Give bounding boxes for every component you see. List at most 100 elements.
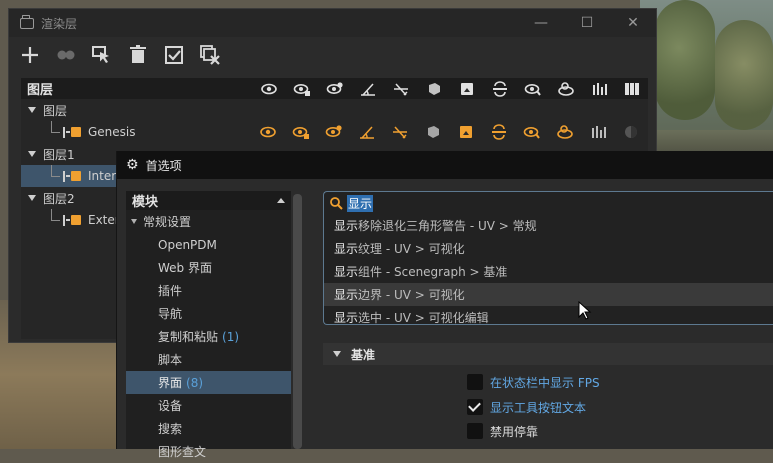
angle-icon[interactable] <box>350 121 383 142</box>
angle-slash-icon[interactable] <box>384 78 417 99</box>
mouse-cursor-icon <box>578 301 592 320</box>
module-item[interactable]: 设备 <box>126 394 291 417</box>
eye-lock-icon[interactable] <box>284 121 317 142</box>
layer-node-icon <box>63 170 88 182</box>
expand-arrow-icon[interactable] <box>131 219 137 224</box>
checkbox[interactable] <box>467 374 483 390</box>
layer-node-icon <box>63 126 88 138</box>
section-header-basic[interactable]: 基准 <box>323 343 773 365</box>
shape-icon[interactable] <box>548 121 581 142</box>
module-label: 插件 <box>158 284 183 298</box>
module-list-header[interactable]: 模块 <box>126 191 291 210</box>
search-icon <box>330 197 343 210</box>
columns-icon[interactable] <box>615 78 648 99</box>
expand-arrow-icon[interactable] <box>28 195 36 201</box>
eye-pin-icon[interactable] <box>516 78 549 99</box>
sort-up-icon <box>277 198 285 203</box>
module-scrollbar[interactable] <box>293 191 302 449</box>
expand-arrow-icon[interactable] <box>28 151 36 157</box>
module-item[interactable]: Web 界面 <box>126 256 291 279</box>
bars-icon[interactable] <box>582 78 615 99</box>
module-label: 导航 <box>158 307 183 321</box>
suggestion-text: 纹理 - UV > 可视化 <box>358 242 465 256</box>
module-item[interactable]: OpenPDM <box>126 233 291 256</box>
scrollbar-thumb[interactable] <box>293 194 302 449</box>
eye-settings-icon[interactable] <box>318 78 351 99</box>
group-label: 图层 <box>43 103 68 118</box>
module-item[interactable]: 插件 <box>126 279 291 302</box>
maximize-button[interactable]: ☐ <box>564 9 610 37</box>
tree-row-layer[interactable]: Genesis <box>21 121 648 143</box>
suggestion-text: 边界 - UV > 可视化 <box>358 288 465 302</box>
option-show-fps[interactable]: 在状态栏中显示 FPS <box>467 372 600 392</box>
module-label: 脚本 <box>158 353 183 367</box>
angle-icon[interactable] <box>351 78 384 99</box>
split-icon[interactable] <box>482 121 515 142</box>
shape-icon[interactable] <box>549 78 582 99</box>
search-suggestion[interactable]: 显示 移除退化三角形警告 - UV > 常规 <box>324 214 773 237</box>
option-show-tool-text[interactable]: 显示工具按钮文本 <box>467 397 586 417</box>
module-item[interactable]: 搜索 <box>126 417 291 440</box>
minimize-button[interactable]: — <box>518 9 564 37</box>
module-item[interactable]: 界面 (8) <box>126 371 291 394</box>
title-bar[interactable]: 渲染层 — ☐ ✕ <box>9 9 656 37</box>
module-group-general[interactable]: 常规设置 <box>126 210 291 233</box>
tree-row-group[interactable]: 图层 <box>21 99 648 121</box>
collapse-arrow-icon[interactable] <box>333 351 341 357</box>
group-label: 图层2 <box>43 191 75 206</box>
gear-icon: ⚙ <box>126 157 139 173</box>
window-title: 渲染层 <box>41 16 78 31</box>
add-icon[interactable] <box>18 43 42 67</box>
option-label: 显示工具按钮文本 <box>490 400 587 415</box>
select-render-icon[interactable] <box>90 43 114 67</box>
window-icon <box>20 14 34 29</box>
module-label: 图形查文 <box>158 445 207 459</box>
module-label: 复制和粘贴 <box>158 330 219 344</box>
delete-icon[interactable] <box>126 43 150 67</box>
option-label: 禁用停靠 <box>490 424 539 439</box>
module-header-label: 模块 <box>132 195 159 210</box>
bars-icon[interactable] <box>581 121 614 142</box>
search-suggestion[interactable]: 显示 组件 - Scenegraph > 基准 <box>324 260 773 283</box>
cube-fill-icon[interactable] <box>450 78 483 99</box>
cube-icon[interactable] <box>416 121 449 142</box>
checkbox-icon[interactable] <box>162 43 186 67</box>
layer-label: Genesis <box>88 125 136 139</box>
search-suggestion[interactable]: 显示 纹理 - UV > 可视化 <box>324 237 773 260</box>
eye-pin-icon[interactable] <box>515 121 548 142</box>
angle-slash-icon[interactable] <box>383 121 416 142</box>
eye-lock-icon[interactable] <box>285 78 318 99</box>
search-suggestion[interactable]: 显示 选中 - UV > 可视化编辑 <box>324 306 773 325</box>
cube-fill-icon[interactable] <box>449 121 482 142</box>
checkbox[interactable] <box>467 423 483 439</box>
toolbar <box>9 37 656 73</box>
option-disable-docking[interactable]: 禁用停靠 <box>467 421 538 441</box>
link-icon[interactable] <box>54 43 78 67</box>
layer-node-icon <box>63 214 88 226</box>
search-input[interactable]: 显示 <box>324 192 773 214</box>
module-item[interactable]: 图形查文 <box>126 440 291 463</box>
layer-visibility-icons <box>251 121 647 143</box>
module-item[interactable]: 复制和粘贴 (1) <box>126 325 291 348</box>
module-item[interactable]: 脚本 <box>126 348 291 371</box>
suggestion-text: 选中 - UV > 可视化编辑 <box>358 311 489 325</box>
group-label: 图层1 <box>43 147 75 162</box>
cube-icon[interactable] <box>417 78 450 99</box>
eye-icon[interactable] <box>251 121 284 142</box>
eye-settings-icon[interactable] <box>317 121 350 142</box>
eye-icon[interactable] <box>252 78 285 99</box>
tree-header: 图层 <box>21 78 648 99</box>
title-bar[interactable]: ⚙ 首选项 <box>117 151 773 179</box>
expand-arrow-icon[interactable] <box>28 107 36 113</box>
clear-icon[interactable] <box>198 43 222 67</box>
tree-guide-line <box>51 121 60 133</box>
checkbox-checked[interactable] <box>467 399 483 415</box>
split-icon[interactable] <box>483 78 516 99</box>
module-label: 设备 <box>158 399 183 413</box>
close-button[interactable]: ✕ <box>610 9 656 37</box>
search-suggestion[interactable]: 显示 边界 - UV > 可视化 <box>324 283 773 306</box>
sphere-icon[interactable] <box>614 121 647 142</box>
suggestion-text: 移除退化三角形警告 - UV > 常规 <box>358 219 537 233</box>
module-count: (8) <box>186 375 204 390</box>
module-item[interactable]: 导航 <box>126 302 291 325</box>
